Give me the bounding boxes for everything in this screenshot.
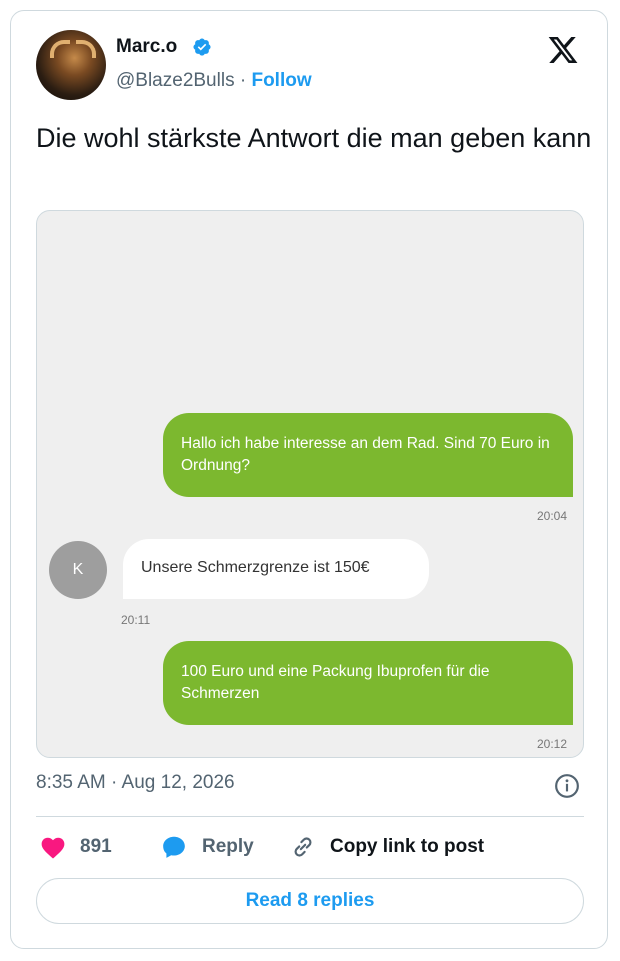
read-replies-button[interactable]: Read 8 replies [36,878,584,924]
chat-message-text: 100 Euro und eine Packung Ibuprofen für … [181,663,490,702]
chat-message-text: Unsere Schmerzgrenze ist 150€ [141,559,370,576]
tweet-text: Die wohl stärkste Antwort die man geben … [36,123,592,153]
like-count: 891 [80,836,112,857]
handle-separator: · [239,70,247,91]
x-logo-icon[interactable] [546,34,580,66]
author-handle[interactable]: @Blaze2Bulls [116,70,235,91]
follow-button[interactable]: Follow [251,70,311,91]
chat-message-time: 20:12 [537,737,568,751]
author-handle-line: @Blaze2Bulls · Follow [116,70,312,92]
copy-link-button[interactable]: Copy link to post [290,832,484,862]
contact-avatar: K [49,541,107,599]
chat-message-time: 20:04 [537,509,568,523]
author-name[interactable]: Marc.o [116,36,177,58]
reply-button[interactable]: Reply [160,832,254,862]
chat-bubble-outgoing: 100 Euro und eine Packung Ibuprofen für … [163,641,573,725]
verified-badge-icon [193,38,211,56]
chat-bubble-incoming: Unsere Schmerzgrenze ist 150€ [123,539,429,599]
post-actions: 891 Reply Copy link to post [36,832,584,862]
copy-link-label: Copy link to post [330,836,485,857]
avatar-horn-left [50,40,70,58]
heart-icon [41,837,65,859]
chat-bubble-outgoing: Hallo ich habe interesse an dem Rad. Sin… [163,413,573,497]
author-avatar[interactable] [36,30,106,100]
post-timestamp[interactable]: 8:35 AM · Aug 12, 2026 [36,772,235,794]
chat-message-text: Hallo ich habe interesse an dem Rad. Sin… [181,435,550,474]
reply-label: Reply [202,836,254,857]
tweet-media-image[interactable]: Hallo ich habe interesse an dem Rad. Sin… [36,210,584,758]
like-button[interactable]: 891 [40,832,112,862]
chat-message-time: 20:11 [121,613,151,627]
avatar-horn-right [76,40,96,58]
link-icon [294,837,312,857]
reply-bubble-icon [163,836,185,858]
divider [36,816,584,817]
info-icon[interactable] [554,773,580,799]
